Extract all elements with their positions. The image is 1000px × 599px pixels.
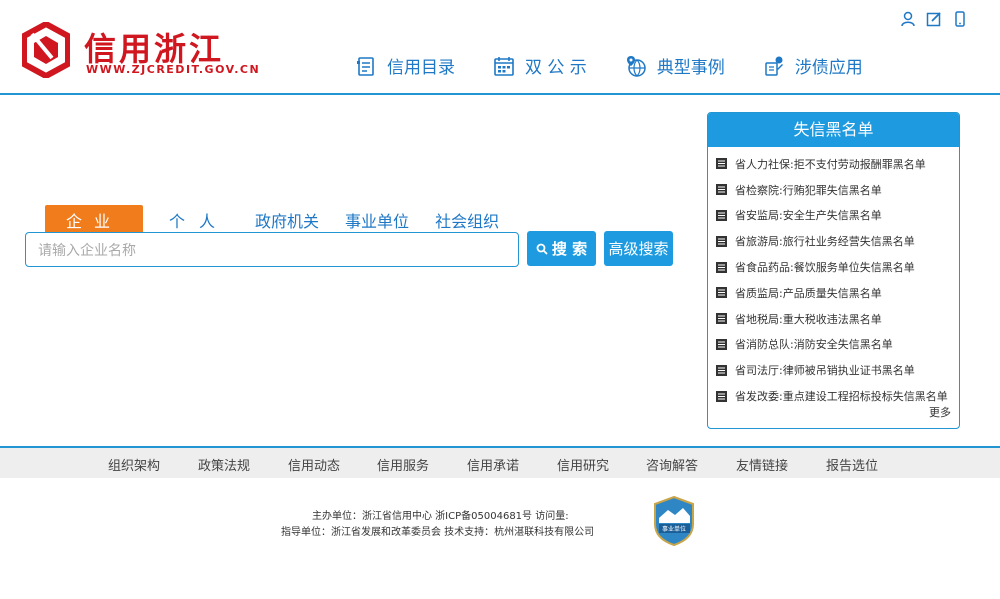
logo-url: WWW.ZJCREDIT.GOV.CN <box>86 63 261 76</box>
list-item[interactable]: 省检察院:行贿犯罪失信黑名单 <box>716 177 956 203</box>
list-bullet-icon <box>716 338 727 350</box>
advanced-search-button[interactable]: 高级搜索 <box>604 231 673 266</box>
list-item[interactable]: 省司法厅:律师被吊销执业证书黑名单 <box>716 357 956 383</box>
tab-public-institution[interactable]: 事业单位 <box>345 208 409 232</box>
nav-label: 信用目录 <box>387 58 455 78</box>
list-bullet-icon <box>716 261 727 273</box>
footer-link-friendly-links[interactable]: 友情链接 <box>736 455 788 474</box>
list-bullet-icon <box>716 184 727 196</box>
nav-label: 典型事例 <box>656 58 725 78</box>
blacklist-panel: 失信黑名单 省人力社保:拒不支付劳动报酬罪黑名单 省检察院:行贿犯罪失信黑名单 … <box>707 112 960 429</box>
search-icon <box>536 243 548 255</box>
footer-link-news[interactable]: 信用动态 <box>288 455 340 474</box>
list-item[interactable]: 省地税局:重大税收违法黑名单 <box>716 306 956 332</box>
search-button-label: 搜 索 <box>551 240 588 258</box>
search-button[interactable]: 搜 索 <box>527 231 596 266</box>
footer-link-policies[interactable]: 政策法规 <box>198 455 250 474</box>
list-bullet-icon <box>716 235 727 247</box>
blacklist-item-text: 省食品药品:餐饮服务单位失信黑名单 <box>735 261 915 275</box>
main-nav: 信用目录 双 公 示 典型事例 涉债应用 <box>355 53 901 78</box>
nav-item-debt-application[interactable]: 涉债应用 <box>763 53 863 78</box>
catalog-icon <box>357 56 374 76</box>
globe-pin-icon <box>626 55 646 77</box>
list-bullet-icon <box>716 390 727 402</box>
blacklist-item-text: 省消防总队:消防安全失信黑名单 <box>735 338 893 352</box>
mobile-icon[interactable] <box>952 11 968 27</box>
list-bullet-icon <box>716 313 727 325</box>
site-logo[interactable]: 信用浙江 WWW.ZJCREDIT.GOV.CN <box>22 22 272 78</box>
badge-text: 事业单位 <box>662 525 686 533</box>
blacklist-item-text: 省安监局:安全生产失信黑名单 <box>735 209 882 223</box>
footer-link-report[interactable]: 报告选位 <box>826 455 878 474</box>
nav-item-typical-cases[interactable]: 典型事例 <box>625 53 725 78</box>
edit-icon[interactable] <box>926 11 942 27</box>
search-type-tabs: 企业 个人 政府机关 事业单位 社会组织 <box>45 205 525 235</box>
tab-social-organization[interactable]: 社会组织 <box>435 208 499 232</box>
footer-link-commitment[interactable]: 信用承诺 <box>467 455 519 474</box>
list-bullet-icon <box>716 158 727 170</box>
top-icons <box>900 11 968 27</box>
blacklist-item-text: 省人力社保:拒不支付劳动报酬罪黑名单 <box>735 157 926 171</box>
blacklist-item-text: 省司法厅:律师被吊销执业证书黑名单 <box>735 364 915 378</box>
logo-mark-icon <box>22 22 70 78</box>
list-item[interactable]: 省旅游局:旅行社业务经营失信黑名单 <box>716 228 956 254</box>
nav-item-double-publicity[interactable]: 双 公 示 <box>493 53 587 78</box>
footer-link-faq[interactable]: 咨询解答 <box>646 455 698 474</box>
footer-nav: 组织架构 政策法规 信用动态 信用服务 信用承诺 信用研究 咨询解答 友情链接 … <box>0 448 1000 478</box>
list-item[interactable]: 省食品药品:餐饮服务单位失信黑名单 <box>716 254 956 280</box>
tab-individual[interactable]: 个人 <box>169 208 229 232</box>
blacklist-title: 失信黑名单 <box>708 113 959 147</box>
nav-label: 涉债应用 <box>794 58 863 78</box>
list-item[interactable]: 省人力社保:拒不支付劳动报酬罪黑名单 <box>716 151 956 177</box>
user-icon[interactable] <box>900 11 916 27</box>
more-link[interactable]: 更多 <box>929 404 951 420</box>
tab-government[interactable]: 政府机关 <box>255 208 319 232</box>
calendar-icon <box>494 56 514 76</box>
footer-link-organization[interactable]: 组织架构 <box>108 455 160 474</box>
footer-link-services[interactable]: 信用服务 <box>377 455 429 474</box>
debt-app-icon <box>765 56 783 76</box>
list-bullet-icon <box>716 364 727 376</box>
list-item[interactable]: 省发改委:重点建设工程招标投标失信黑名单 <box>716 383 956 409</box>
blacklist-item-text: 省质监局:产品质量失信黑名单 <box>735 286 882 300</box>
site-header: 信用浙江 WWW.ZJCREDIT.GOV.CN 信用目录 双 公 示 典型事例… <box>0 0 1000 95</box>
footer-sponsor-line: 主办单位：浙江省信用中心 浙ICP备05004681号 访问量: <box>312 511 569 522</box>
list-item[interactable]: 省质监局:产品质量失信黑名单 <box>716 280 956 306</box>
list-bullet-icon <box>716 209 727 221</box>
footer-guidance-line: 指导单位：浙江省发展和改革委员会 技术支持：杭州湛联科技有限公司 <box>281 527 595 538</box>
footer-link-research[interactable]: 信用研究 <box>557 455 609 474</box>
search-input[interactable] <box>25 232 519 267</box>
blacklist-item-text: 省旅游局:旅行社业务经营失信黑名单 <box>735 235 915 249</box>
tab-enterprise[interactable]: 企业 <box>45 205 144 235</box>
blacklist-item-text: 省地税局:重大税收违法黑名单 <box>735 312 882 326</box>
list-item[interactable]: 省消防总队:消防安全失信黑名单 <box>716 332 956 358</box>
list-item[interactable]: 省安监局:安全生产失信黑名单 <box>716 203 956 229</box>
blacklist-item-text: 省发改委:重点建设工程招标投标失信黑名单 <box>735 390 948 404</box>
blacklist-list: 省人力社保:拒不支付劳动报酬罪黑名单 省检察院:行贿犯罪失信黑名单 省安监局:安… <box>708 147 959 409</box>
nav-item-credit-catalog[interactable]: 信用目录 <box>355 53 455 78</box>
blacklist-item-text: 省检察院:行贿犯罪失信黑名单 <box>735 183 882 197</box>
list-bullet-icon <box>716 287 727 299</box>
nav-label: 双 公 示 <box>525 58 587 78</box>
public-institution-badge-icon[interactable]: 事业单位 <box>653 496 695 546</box>
